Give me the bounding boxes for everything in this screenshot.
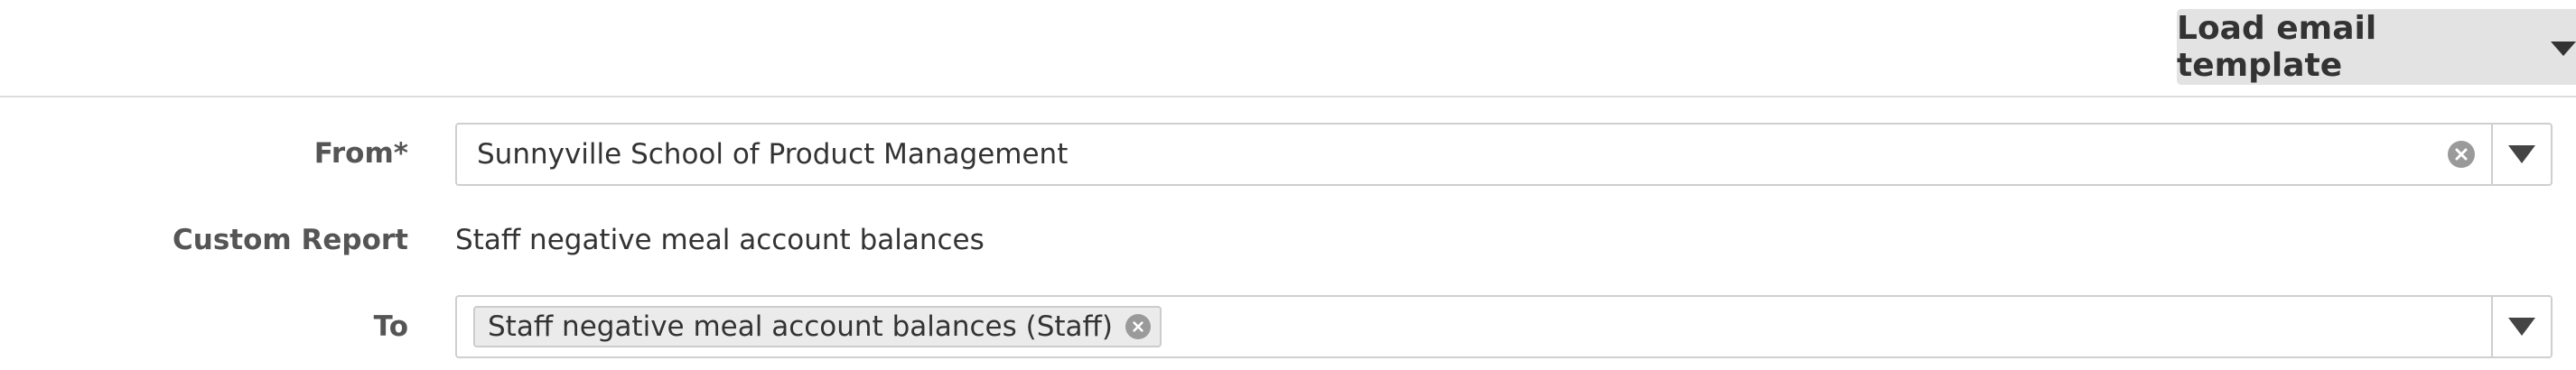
remove-tag-icon[interactable] bbox=[1125, 314, 1151, 339]
triangle-down-icon bbox=[2508, 318, 2535, 336]
custom-report-label: Custom Report bbox=[173, 224, 408, 256]
x-mark-icon bbox=[2455, 148, 2468, 161]
from-select[interactable]: Sunnyville School of Product Management bbox=[455, 123, 2553, 186]
triangle-down-icon bbox=[2508, 145, 2535, 163]
to-select[interactable]: Staff negative meal account balances (St… bbox=[455, 295, 2553, 358]
load-email-template-button[interactable]: Load email template bbox=[2177, 9, 2576, 85]
clear-circle-icon[interactable] bbox=[2448, 141, 2475, 168]
custom-report-value: Staff negative meal account balances bbox=[455, 224, 985, 256]
from-label: From* bbox=[313, 137, 408, 170]
recipient-tag: Staff negative meal account balances (St… bbox=[473, 306, 1162, 347]
caret-down-icon bbox=[2551, 42, 2576, 56]
from-value: Sunnyville School of Product Management bbox=[477, 138, 1069, 171]
email-toolbar: Load email template bbox=[0, 0, 2576, 97]
recipient-tag-label: Staff negative meal account balances (St… bbox=[488, 310, 1113, 343]
load-email-template-label: Load email template bbox=[2177, 10, 2377, 84]
from-dropdown-toggle[interactable] bbox=[2491, 125, 2551, 184]
to-dropdown-toggle[interactable] bbox=[2491, 297, 2551, 356]
x-mark-icon bbox=[1133, 321, 1143, 332]
to-label: To bbox=[373, 310, 408, 343]
